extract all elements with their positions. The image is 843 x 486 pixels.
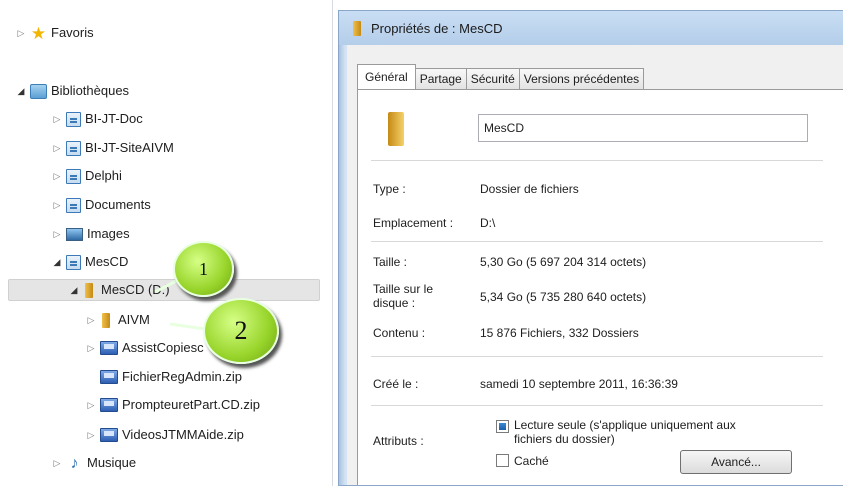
- tab-security[interactable]: Sécurité: [465, 68, 520, 89]
- attributes-label: Attributs :: [373, 434, 424, 448]
- hidden-label: Caché: [514, 454, 549, 468]
- type-value: Dossier de fichiers: [480, 182, 579, 196]
- folder-name-field[interactable]: [478, 114, 808, 142]
- created-label: Créé le :: [373, 377, 419, 391]
- disk-size-value: 5,34 Go (5 735 280 640 octets): [480, 290, 647, 304]
- general-tab-panel: Type : Dossier de fichiers Emplacement :…: [357, 89, 843, 485]
- advanced-button[interactable]: Avancé...: [680, 450, 792, 474]
- callout-number: 1: [199, 258, 208, 279]
- callout-number: 2: [234, 316, 248, 345]
- readonly-label-line1: Lecture seule (s'applique uniquement aux: [514, 418, 736, 432]
- divider: [371, 241, 823, 242]
- hidden-checkbox[interactable]: [496, 454, 509, 467]
- contents-value: 15 876 Fichiers, 332 Dossiers: [480, 326, 639, 340]
- window-titlebar[interactable]: Propriétés de : MesCD: [339, 11, 843, 45]
- callout-1: 1: [173, 241, 234, 297]
- contents-label: Contenu :: [373, 326, 426, 340]
- size-value: 5,30 Go (5 697 204 314 octets): [480, 255, 647, 269]
- divider: [371, 405, 823, 406]
- location-label: Emplacement :: [373, 216, 454, 230]
- readonly-label-line2: fichiers du dossier): [514, 432, 615, 446]
- tab-sharing[interactable]: Partage: [414, 68, 467, 89]
- divider: [371, 356, 823, 357]
- window-border: [339, 45, 345, 485]
- location-value: D:\: [480, 216, 496, 230]
- window-title: Propriétés de : MesCD: [371, 20, 503, 36]
- callout-2: 2: [203, 298, 279, 364]
- tab-previous-versions[interactable]: Versions précédentes: [518, 68, 645, 89]
- disk-size-label-line2: disque :: [373, 296, 416, 310]
- tab-strip: Général Partage Sécurité Versions précéd…: [357, 64, 645, 89]
- properties-window: Propriétés de : MesCD Général Partage Sé…: [338, 10, 843, 486]
- size-label: Taille :: [373, 255, 408, 269]
- folder-icon: [353, 20, 361, 36]
- divider: [371, 160, 823, 161]
- disk-size-label-line1: Taille sur le: [373, 282, 434, 296]
- readonly-checkbox[interactable]: [496, 420, 509, 433]
- type-label: Type :: [373, 182, 406, 196]
- tab-general[interactable]: Général: [357, 64, 416, 89]
- folder-large-icon: [376, 112, 416, 146]
- created-value: samedi 10 septembre 2011, 16:36:39: [480, 377, 678, 391]
- dialog-body: Général Partage Sécurité Versions précéd…: [347, 45, 843, 485]
